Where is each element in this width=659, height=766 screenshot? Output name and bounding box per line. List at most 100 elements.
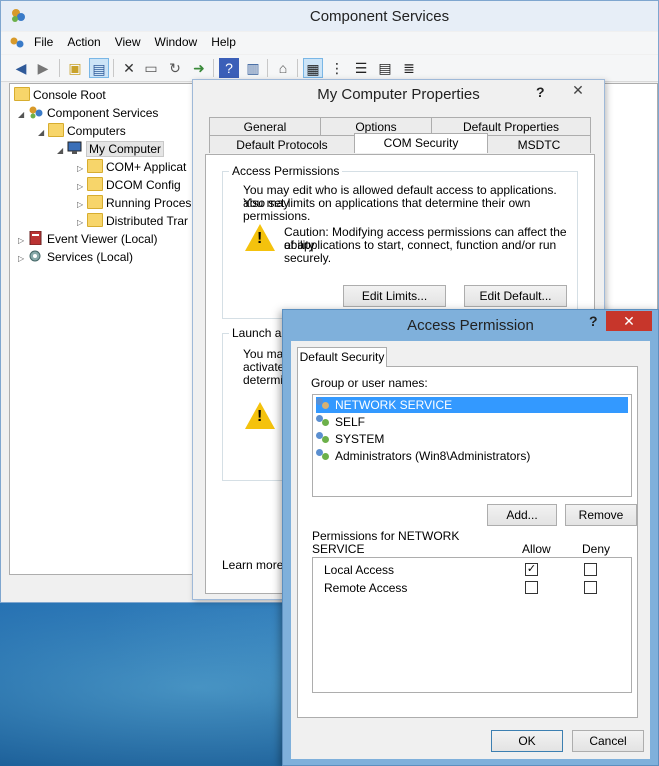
menu-bar: File Action View Window Help <box>1 32 658 54</box>
large-icons-view-icon[interactable]: ▦ <box>303 58 323 78</box>
tree-node-running-processes[interactable]: ▷ Running Proces <box>77 195 191 211</box>
folder-icon <box>87 195 103 209</box>
help-button[interactable]: ? <box>536 84 545 100</box>
close-button[interactable]: ✕ <box>555 80 601 100</box>
tree-node-com-applications[interactable]: ▷ COM+ Applicat <box>77 159 186 175</box>
expanded-arrow-icon[interactable]: ◢ <box>57 143 67 159</box>
users-icon <box>316 448 332 462</box>
tab-general[interactable]: General <box>209 117 321 135</box>
list-view-icon[interactable]: ☰ <box>351 58 371 78</box>
event-viewer-icon <box>28 230 44 246</box>
collapsed-arrow-icon[interactable]: ▷ <box>77 161 87 177</box>
collapsed-arrow-icon[interactable]: ▷ <box>77 197 87 213</box>
folder-icon <box>87 159 103 173</box>
title-bar: Component Services <box>1 1 658 31</box>
folder-icon <box>48 123 64 137</box>
tree-node-event-viewer[interactable]: ▷ Event Viewer (Local) <box>18 230 158 249</box>
help-button[interactable]: ? <box>589 313 598 329</box>
properties-icon[interactable]: ▭ <box>141 58 161 78</box>
tree-node-dcom-config[interactable]: ▷ DCOM Config <box>77 177 181 193</box>
tab-com-security[interactable]: COM Security <box>354 133 488 153</box>
status-view-icon[interactable]: ≣ <box>399 58 419 78</box>
folder-icon <box>87 177 103 191</box>
warning-icon <box>245 224 275 251</box>
list-item-administrators[interactable]: Administrators (Win8\Administrators) <box>316 448 530 464</box>
export-list-icon[interactable]: ➜ <box>189 58 209 78</box>
component-services-icon <box>28 105 44 119</box>
local-access-allow-checkbox[interactable]: ✓ <box>525 563 538 576</box>
edit-limits-button[interactable]: Edit Limits... <box>343 285 446 307</box>
toolbar: ◀ ▶ ▣ ▤ ✕ ▭ ↻ ➜ ? ▥ ⌂ ▦ ⋮ ☰ ▤ ≣ <box>1 55 658 82</box>
small-icons-view-icon[interactable]: ⋮ <box>327 58 347 78</box>
up-folder-icon[interactable]: ▣ <box>65 58 85 78</box>
local-access-deny-checkbox[interactable] <box>584 563 597 576</box>
access-text-line-2: also set limits on applications that det… <box>243 196 531 223</box>
allow-column-header: Allow <box>522 542 551 556</box>
help-icon[interactable]: ? <box>219 58 239 78</box>
add-button[interactable]: Add... <box>487 504 557 526</box>
deny-column-header: Deny <box>582 542 611 556</box>
menu-window[interactable]: Window <box>148 32 205 52</box>
list-item-system[interactable]: SYSTEM <box>316 431 384 447</box>
caution-text-line-3: securely. <box>284 251 332 265</box>
permission-local-access-label: Local Access <box>324 563 395 577</box>
tree-node-distributed-transaction[interactable]: ▷ Distributed Trar <box>77 213 188 229</box>
tab-msdtc[interactable]: MSDTC <box>487 135 591 153</box>
refresh-icon[interactable]: ↻ <box>165 58 185 78</box>
permissions-list: Local Access ✓ Remote Access <box>312 557 632 693</box>
tree-node-console-root[interactable]: Console Root <box>14 87 106 103</box>
folder-icon <box>87 213 103 227</box>
new-window-icon[interactable]: ⌂ <box>273 58 293 78</box>
tree-node-services[interactable]: ▷ Services (Local) <box>18 249 133 265</box>
dialog-title: Access Permission <box>407 317 534 334</box>
dialog-body: Default Security Group or user names: NE… <box>291 341 650 759</box>
default-security-tab-content: Group or user names: NETWORK SERVICE SEL… <box>297 366 638 718</box>
tab-default-security[interactable]: Default Security <box>297 347 387 367</box>
back-arrow-icon[interactable]: ◀ <box>11 58 31 78</box>
remove-button[interactable]: Remove <box>565 504 637 526</box>
tree-node-my-computer[interactable]: ◢ My Computer <box>57 141 165 159</box>
action-pane-icon[interactable]: ▥ <box>243 58 263 78</box>
expanded-arrow-icon[interactable]: ◢ <box>38 125 48 141</box>
show-hide-tree-icon[interactable]: ▤ <box>89 58 109 78</box>
delete-icon[interactable]: ✕ <box>119 58 139 78</box>
cancel-button[interactable]: Cancel <box>572 730 644 752</box>
list-item-self[interactable]: SELF <box>316 414 365 430</box>
list-item-network-service[interactable]: NETWORK SERVICE <box>316 397 628 413</box>
console-tree: Console Root ◢ Component Services ◢ Comput… <box>9 83 195 575</box>
users-icon <box>316 431 332 445</box>
warning-icon <box>245 402 275 429</box>
permissions-for-label-line-2: SERVICE <box>312 542 365 556</box>
detail-view-icon[interactable]: ▤ <box>375 58 395 78</box>
tree-node-computers[interactable]: ◢ Computers <box>38 123 126 139</box>
close-button[interactable]: ✕ <box>606 311 652 331</box>
permission-remote-access-label: Remote Access <box>324 581 408 595</box>
tree-node-component-services[interactable]: ◢ Component Services <box>18 105 158 121</box>
folder-icon <box>14 87 30 101</box>
menu-action[interactable]: Action <box>60 32 107 52</box>
user-list[interactable]: NETWORK SERVICE SELF SYSTEM Administrato… <box>312 394 632 497</box>
system-menu-icon[interactable] <box>9 36 25 53</box>
users-icon <box>316 397 332 411</box>
collapsed-arrow-icon[interactable]: ▷ <box>77 215 87 231</box>
group-or-user-names-label: Group or user names: <box>311 376 428 390</box>
computer-icon <box>67 141 83 155</box>
menu-view[interactable]: View <box>108 32 148 52</box>
collapsed-arrow-icon[interactable]: ▷ <box>18 233 28 249</box>
ok-button[interactable]: OK <box>491 730 563 752</box>
access-permission-dialog: Access Permission ? ✕ Default Security G… <box>282 309 659 766</box>
forward-arrow-icon[interactable]: ▶ <box>33 58 53 78</box>
access-permissions-heading: Access Permissions <box>229 164 343 178</box>
tab-default-protocols[interactable]: Default Protocols <box>209 135 355 153</box>
user-icon <box>316 414 332 428</box>
services-gear-icon <box>28 249 44 263</box>
menu-file[interactable]: File <box>27 32 60 52</box>
access-permissions-group: Access Permissions You may edit who is a… <box>222 164 578 319</box>
collapsed-arrow-icon[interactable]: ▷ <box>77 179 87 195</box>
collapsed-arrow-icon[interactable]: ▷ <box>18 251 28 267</box>
edit-default-button[interactable]: Edit Default... <box>464 285 567 307</box>
menu-help[interactable]: Help <box>204 32 243 52</box>
remote-access-deny-checkbox[interactable] <box>584 581 597 594</box>
expanded-arrow-icon[interactable]: ◢ <box>18 107 28 123</box>
remote-access-allow-checkbox[interactable] <box>525 581 538 594</box>
